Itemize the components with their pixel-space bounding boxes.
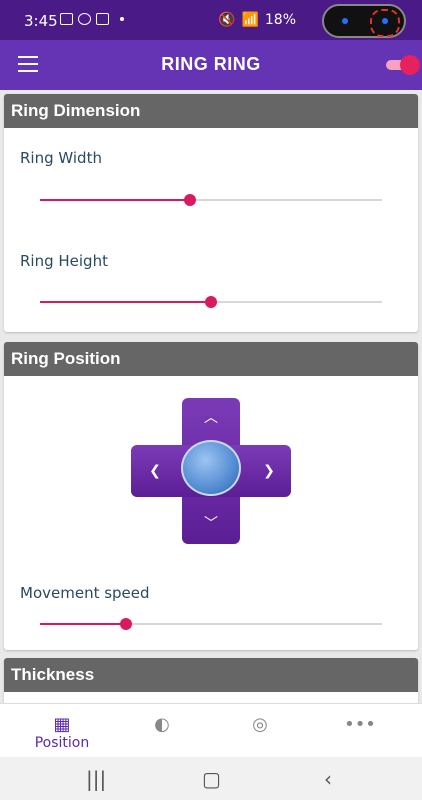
move-down-button[interactable]: ﹀: [199, 512, 223, 536]
movement-speed-slider[interactable]: [40, 616, 382, 632]
slider-thumb[interactable]: [205, 296, 217, 308]
camera-cutout: [322, 4, 406, 38]
ring-width-label: Ring Width: [20, 149, 102, 167]
more-icon: •••: [344, 714, 376, 735]
system-nav-bar: ||| ▢ ‹: [0, 757, 422, 800]
grid-icon: ▦: [53, 714, 71, 735]
more-notifications-icon: [120, 17, 124, 21]
bottom-nav: ▦ Position ◐ ◎ •••: [0, 703, 422, 758]
move-right-button[interactable]: ❯: [257, 459, 281, 483]
section-header: Ring Dimension: [4, 94, 418, 128]
thickness-card: Thickness: [4, 658, 418, 708]
battery-text: 18%: [264, 12, 296, 28]
back-icon[interactable]: ‹: [324, 767, 332, 791]
status-time: 3:45: [24, 12, 58, 30]
ring-width-slider[interactable]: [40, 192, 382, 208]
wifi-icon: 📶: [241, 12, 259, 28]
ring-height-slider[interactable]: [40, 294, 382, 310]
movement-speed-label: Movement speed: [20, 584, 150, 602]
status-bar: 3:45 🔇 📶 18%: [0, 0, 422, 40]
move-left-button[interactable]: ❮: [143, 459, 167, 483]
camera-lens-icon: [342, 18, 348, 24]
ring-dimension-card: Ring Dimension Ring Width Ring Height: [4, 94, 418, 332]
app-notification-icon: [78, 13, 91, 25]
nav-rings[interactable]: ◎: [210, 704, 310, 758]
direction-pad: ︿ ﹀ ❮ ❯: [131, 398, 291, 544]
nav-position[interactable]: ▦ Position: [12, 704, 112, 758]
nav-more[interactable]: •••: [310, 704, 410, 758]
ring-height-label: Ring Height: [20, 252, 108, 270]
recent-apps-icon[interactable]: |||: [86, 767, 106, 791]
recording-indicator: [370, 9, 400, 37]
slider-thumb[interactable]: [184, 194, 197, 206]
overlay-toggle[interactable]: [386, 54, 420, 76]
home-icon[interactable]: ▢: [202, 767, 221, 791]
rings-icon: ◎: [252, 714, 268, 735]
gallery-notification-icon: [60, 13, 73, 25]
nav-appearance[interactable]: ◐: [112, 704, 212, 758]
app-bar: RING RING: [0, 40, 422, 90]
section-header: Ring Position: [4, 342, 418, 376]
section-header: Thickness: [4, 658, 418, 692]
palette-icon: ◐: [154, 714, 170, 735]
ring-position-card: Ring Position ︿ ﹀ ❮ ❯ Movement speed: [4, 342, 418, 650]
mute-icon: 🔇: [218, 12, 236, 28]
center-button[interactable]: [181, 440, 241, 496]
slider-thumb[interactable]: [119, 618, 132, 630]
move-up-button[interactable]: ︿: [199, 406, 223, 430]
mail-notification-icon: [96, 13, 109, 25]
app-title: RING RING: [161, 54, 261, 74]
